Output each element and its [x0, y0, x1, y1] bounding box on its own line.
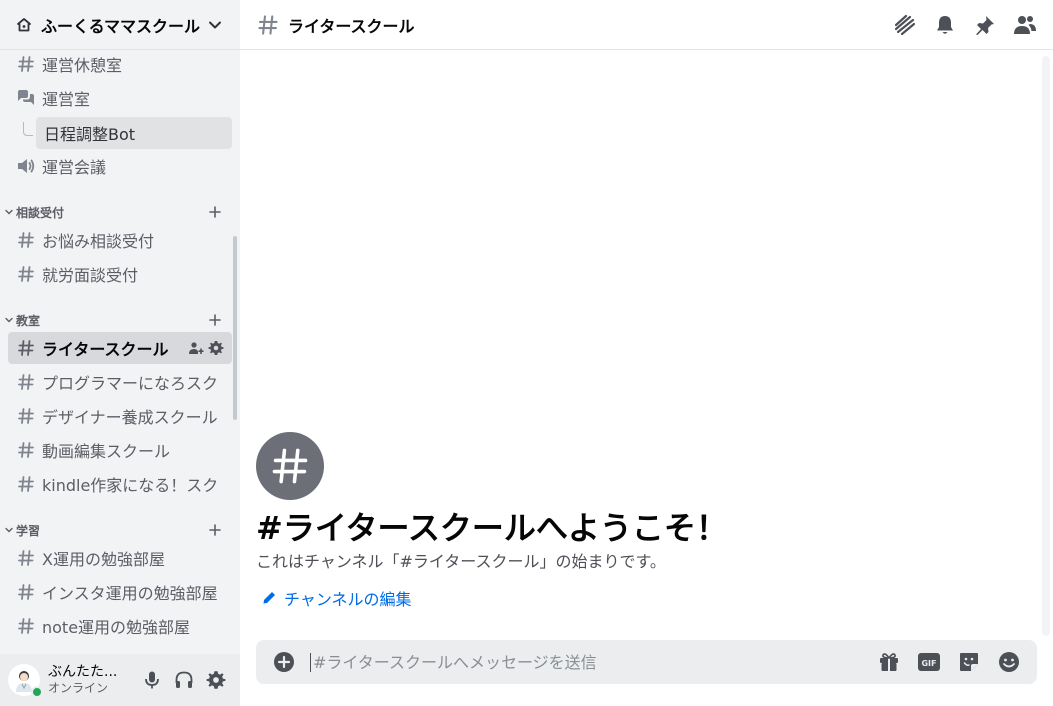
thread-connector — [23, 122, 33, 136]
threads-icon[interactable] — [893, 13, 917, 37]
hash-icon — [16, 338, 36, 358]
channel-welcome: #ライタースクールへようこそ！ これはチャンネル「#ライタースクール」の始まりで… — [256, 432, 1016, 610]
channel-unei-kaigi[interactable]: 運営会議 — [8, 150, 232, 182]
channel-onayami-soudan[interactable]: お悩み相談受付 — [8, 224, 232, 256]
thread-nittei-chousei-bot[interactable]: 日程調整Bot — [36, 117, 232, 149]
chevron-down-icon — [3, 314, 15, 326]
user-status: オンライン — [48, 681, 109, 695]
server-header[interactable]: ふーくるママスクール — [0, 0, 240, 50]
server-name: ふーくるママスクール — [41, 16, 201, 36]
chevron-down-icon — [3, 206, 15, 218]
gif-icon[interactable]: GIF — [913, 646, 945, 678]
sticker-icon[interactable] — [953, 646, 985, 678]
channel-unei-shitsu[interactable]: 運営室 — [8, 82, 232, 114]
category-gakushuu[interactable]: 学習 — [0, 518, 240, 542]
channel-programmer-school[interactable]: プログラマーになろスク — [8, 366, 232, 398]
invite-member-icon[interactable] — [188, 340, 204, 356]
hash-icon — [256, 13, 280, 37]
hash-icon — [16, 230, 36, 250]
add-attachment-icon[interactable] — [272, 650, 296, 674]
hash-icon — [16, 264, 36, 284]
channel-shuurou-mendan[interactable]: 就労面談受付 — [8, 258, 232, 290]
welcome-description: これはチャンネル「#ライタースクール」の始まりです。 — [256, 552, 666, 571]
channel-sidebar: ふーくるママスクール 運営休憩室 運営室 日程調整Bot 運営会議 相談受付 お… — [0, 0, 240, 706]
category-name: 相談受付 — [16, 205, 65, 220]
channel-unei-kyukeishitsu[interactable]: 運営休憩室 — [8, 50, 232, 80]
gear-icon[interactable] — [208, 340, 224, 356]
channel-insta-study[interactable]: インスタ運用の勉強部屋 — [8, 576, 232, 608]
hash-icon — [16, 616, 36, 636]
emoji-icon[interactable] — [993, 646, 1025, 678]
edit-channel-link[interactable]: チャンネルの編集 — [256, 586, 1016, 610]
add-channel-icon[interactable] — [208, 205, 222, 219]
hash-icon — [16, 406, 36, 426]
category-kyoushitsu[interactable]: 教室 — [0, 308, 240, 332]
gift-icon[interactable] — [873, 646, 905, 678]
microphone-icon[interactable] — [136, 664, 168, 696]
hash-icon — [16, 582, 36, 602]
hash-icon — [16, 474, 36, 494]
svg-text:GIF: GIF — [921, 659, 936, 668]
hash-icon — [16, 548, 36, 568]
welcome-title: #ライタースクールへようこそ！ — [256, 509, 728, 547]
message-scrollbar[interactable] — [1042, 56, 1050, 636]
voice-icon — [16, 156, 36, 176]
category-name: 学習 — [16, 523, 41, 538]
add-channel-icon[interactable] — [208, 313, 222, 327]
user-settings-gear-icon[interactable] — [200, 664, 232, 696]
member-list-icon[interactable] — [1013, 13, 1037, 37]
message-input[interactable] — [310, 652, 865, 672]
category-soudan-uketsuke[interactable]: 相談受付 — [0, 200, 240, 224]
channel-writer-school[interactable]: ライタースクール — [8, 332, 232, 364]
user-panel: ぶんたた... オンライン — [0, 654, 240, 706]
headphones-icon[interactable] — [168, 664, 200, 696]
hash-icon — [16, 440, 36, 460]
pin-icon[interactable] — [973, 13, 997, 37]
add-channel-icon[interactable] — [208, 523, 222, 537]
channel-x-study[interactable]: X運用の勉強部屋 — [8, 542, 232, 574]
home-icon — [16, 16, 34, 34]
channel-title: ライタースクール — [288, 16, 415, 36]
forum-icon — [16, 88, 36, 108]
channel-list[interactable]: 運営休憩室 運営室 日程調整Bot 運営会議 相談受付 お悩み相談受付 就労面談… — [0, 50, 240, 654]
chevron-down-icon[interactable] — [206, 16, 224, 34]
online-status-dot — [31, 686, 43, 698]
channel-designer-school[interactable]: デザイナー養成スクール — [8, 400, 232, 432]
thread-label: 日程調整Bot — [44, 125, 136, 144]
channel-header: ライタースクール — [240, 0, 1053, 50]
hash-icon — [16, 54, 36, 74]
channel-hash-badge-icon — [256, 432, 324, 500]
channel-note-study[interactable]: note運用の勉強部屋 — [8, 610, 232, 642]
username: ぶんたた... — [48, 664, 118, 680]
bell-icon[interactable] — [933, 13, 957, 37]
hash-icon — [16, 372, 36, 392]
category-name: 教室 — [16, 313, 41, 328]
avatar[interactable] — [8, 664, 43, 698]
chevron-down-icon — [3, 524, 15, 536]
channel-video-editing-school[interactable]: 動画編集スクール — [8, 434, 232, 466]
edit-channel-label: チャンネルの編集 — [284, 590, 412, 609]
message-composer: GIF — [256, 640, 1037, 684]
channel-kindle-school[interactable]: kindle作家になる！スク — [8, 468, 232, 500]
pencil-icon — [262, 590, 278, 606]
